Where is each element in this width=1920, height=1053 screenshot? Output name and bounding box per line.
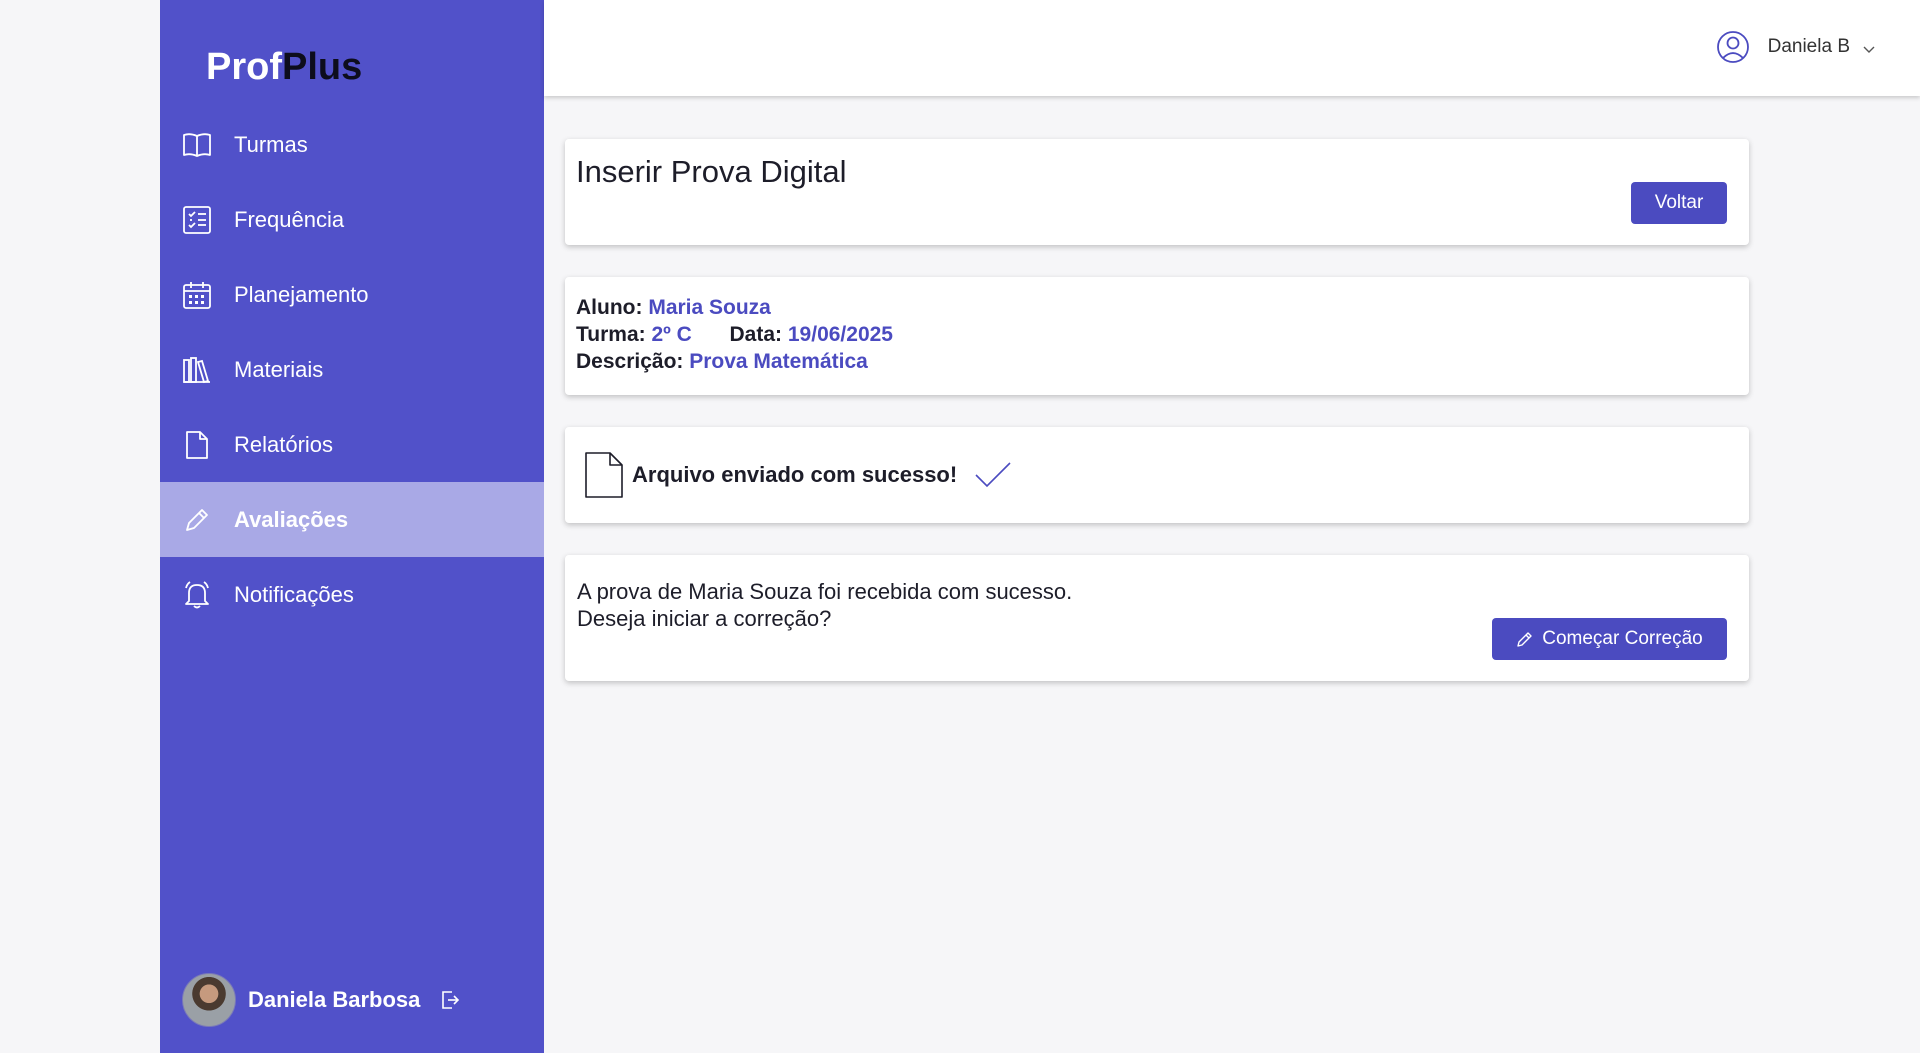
descricao-label: Descrição: — [576, 350, 684, 373]
sidebar-item-avaliacoes[interactable]: Avaliações — [160, 482, 544, 557]
sidebar-item-frequencia[interactable]: Frequência — [160, 182, 544, 257]
book-icon — [182, 130, 212, 160]
data-label: Data: — [729, 323, 783, 346]
library-icon — [182, 355, 212, 385]
descricao-value: Prova Matemática — [689, 350, 868, 373]
pencil-icon — [182, 505, 212, 535]
page-title: Inserir Prova Digital — [576, 154, 847, 189]
user-menu-name: Daniela B — [1767, 36, 1850, 57]
data-value: 19/06/2025 — [787, 323, 893, 346]
calendar-icon — [182, 280, 212, 310]
student-info-card: Aluno: Maria Souza Turma: 2º C Data: 19/… — [565, 277, 1749, 395]
sidebar-user: Daniela Barbosa — [182, 973, 462, 1027]
sidebar-item-turmas[interactable]: Turmas — [160, 107, 544, 182]
bell-icon — [182, 580, 212, 610]
checklist-icon — [182, 205, 212, 235]
prompt-line-1: A prova de Maria Souza foi recebida com … — [577, 579, 1073, 604]
start-correction-button[interactable]: Começar Correção — [1492, 618, 1727, 660]
descricao-row: Descrição: Prova Matemática — [576, 348, 893, 375]
aluno-value: Maria Souza — [648, 296, 771, 319]
sidebar-item-planejamento[interactable]: Planejamento — [160, 257, 544, 332]
document-icon — [182, 430, 212, 460]
correction-prompt-card: A prova de Maria Souza foi recebida com … — [565, 555, 1749, 681]
sidebar-item-label: Materiais — [234, 356, 324, 382]
top-bar: Daniela B — [544, 0, 1920, 96]
user-circle-icon — [1716, 30, 1750, 64]
user-menu[interactable]: Daniela B — [1716, 30, 1876, 64]
turma-label: Turma: — [576, 323, 646, 346]
avatar[interactable] — [182, 973, 236, 1027]
upload-success-message: Arquivo enviado com sucesso! — [632, 462, 958, 487]
sidebar-item-label: Relatórios — [234, 431, 334, 457]
page-header-card: Inserir Prova Digital Voltar — [565, 139, 1749, 245]
file-icon — [584, 451, 624, 499]
student-info: Aluno: Maria Souza Turma: 2º C Data: 19/… — [576, 294, 893, 375]
pencil-icon — [1516, 630, 1534, 648]
sidebar-item-label: Turmas — [234, 131, 308, 157]
checkmark-icon — [973, 460, 1013, 490]
app-logo[interactable]: ProfPlus — [206, 46, 362, 89]
prompt-line-2: Deseja iniciar a correção? — [577, 606, 832, 631]
sidebar-item-notificacoes[interactable]: Notificações — [160, 557, 544, 632]
sidebar: ProfPlus Turmas Frequência Planejamento … — [160, 0, 544, 1053]
upload-status: Arquivo enviado com sucesso! — [584, 451, 1013, 499]
sidebar-nav: Turmas Frequência Planejamento Materiais… — [160, 107, 544, 632]
turma-value: 2º C — [651, 323, 692, 346]
logout-icon[interactable] — [440, 989, 462, 1011]
correction-prompt: A prova de Maria Souza foi recebida com … — [577, 578, 1072, 632]
sidebar-item-relatorios[interactable]: Relatórios — [160, 407, 544, 482]
upload-status-card: Arquivo enviado com sucesso! — [565, 427, 1749, 523]
aluno-label: Aluno: — [576, 296, 643, 319]
start-correction-label: Começar Correção — [1542, 628, 1703, 649]
aluno-row: Aluno: Maria Souza — [576, 294, 893, 321]
logo-text-plus: Plus — [282, 46, 363, 88]
turma-data-row: Turma: 2º C Data: 19/06/2025 — [576, 321, 893, 348]
sidebar-item-label: Notificações — [234, 581, 354, 607]
logo-text-prof: Prof — [206, 46, 282, 88]
chevron-down-icon — [1862, 40, 1876, 54]
sidebar-item-label: Avaliações — [234, 506, 349, 532]
sidebar-item-label: Planejamento — [234, 281, 369, 307]
sidebar-item-materiais[interactable]: Materiais — [160, 332, 544, 407]
back-button[interactable]: Voltar — [1631, 182, 1727, 224]
user-name: Daniela Barbosa — [248, 987, 421, 1012]
sidebar-item-label: Frequência — [234, 206, 345, 232]
